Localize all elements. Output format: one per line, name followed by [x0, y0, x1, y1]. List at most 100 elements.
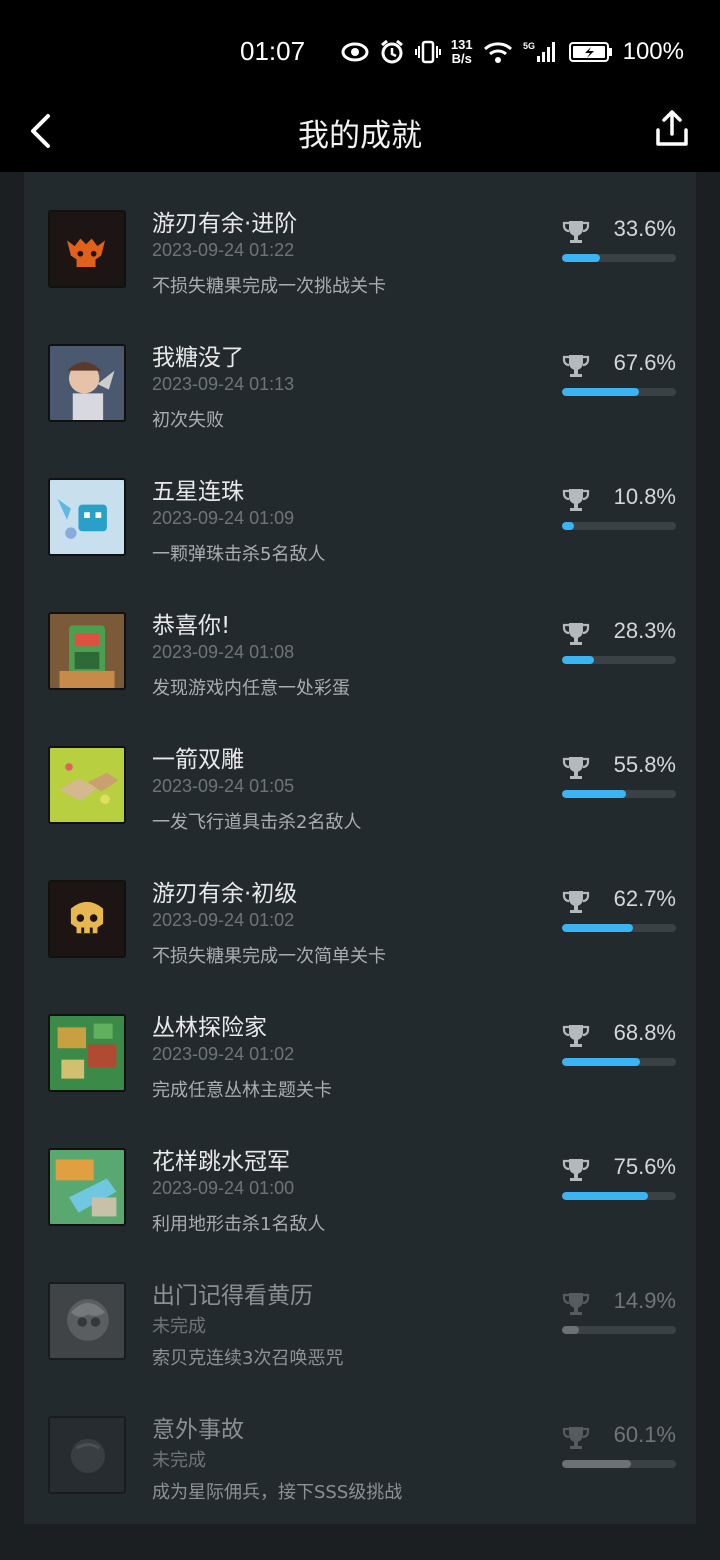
achievement-percent: 62.7%	[613, 886, 676, 911]
achievement-description: 不损失糖果完成一次挑战关卡	[152, 276, 386, 297]
achievement-icon	[48, 880, 126, 958]
nav-bar: 我的成就	[0, 90, 720, 172]
svg-text:5G: 5G	[523, 41, 535, 51]
trophy-icon	[562, 1290, 590, 1318]
net-speed-value: 131	[450, 37, 473, 52]
achievement-percent: 75.6%	[613, 1154, 676, 1179]
status-bar: 01:07 131 B/s 5G 100%	[0, 0, 720, 90]
achievement-progress-fill	[562, 522, 575, 530]
trophy-icon	[562, 888, 590, 916]
alarm-icon	[380, 39, 403, 64]
achievement-progress-bar	[562, 388, 676, 396]
achievement-title: 花样跳水冠军	[152, 1149, 290, 1175]
trophy-icon	[562, 754, 590, 782]
achievement-progress-bar	[562, 522, 676, 530]
achievement-percent: 33.6%	[613, 216, 676, 241]
achievement-title: 游刃有余·进阶	[152, 211, 298, 237]
share-icon	[656, 110, 688, 146]
achievement-icon	[48, 1282, 126, 1360]
achievement-progress-bar	[562, 1058, 676, 1066]
trophy-icon	[562, 620, 590, 648]
achievement-item[interactable]: 恭喜你! 2023-09-24 01:08 发现游戏内任意一处彩蛋 28.3%	[24, 574, 696, 708]
achievement-date: 2023-09-24 01:05	[152, 776, 295, 796]
net-speed-unit: B/s	[451, 51, 472, 66]
achievement-percent: 10.8%	[613, 484, 676, 509]
achievement-item[interactable]: 游刃有余·初级 2023-09-24 01:02 不损失糖果完成一次简单关卡 62.7…	[24, 842, 696, 976]
achievement-description: 发现游戏内任意一处彩蛋	[152, 678, 350, 699]
achievement-item[interactable]: 丛林探险家 2023-09-24 01:02 完成任意丛林主题关卡 68.8%	[24, 976, 696, 1110]
achievement-item[interactable]: 我糖没了 2023-09-24 01:13 初次失败 67.6%	[24, 306, 696, 440]
achievement-progress-fill	[562, 1326, 579, 1334]
vibrate-icon	[414, 40, 441, 64]
achievement-description: 完成任意丛林主题关卡	[152, 1080, 332, 1101]
achievement-title: 游刃有余·初级	[152, 881, 298, 907]
achievement-icon	[48, 344, 126, 422]
achievement-item[interactable]: 出门记得看黄历未完成索贝克连续3次召唤恶咒 14.9%	[24, 1244, 696, 1378]
achievement-item[interactable]: 一箭双雕 2023-09-24 01:05 一发飞行道具击杀2名敌人 55.8%	[24, 708, 696, 842]
achievement-icon	[48, 1416, 126, 1494]
achievement-progress-fill	[562, 790, 626, 798]
trophy-icon	[562, 486, 590, 514]
achievement-icon	[48, 478, 126, 556]
achievement-description: 成为星际佣兵，接下SSS级挑战	[152, 1482, 403, 1503]
achievement-description: 初次失败	[152, 410, 224, 431]
achievement-date: 2023-09-24 01:02	[152, 910, 295, 930]
achievement-icon	[48, 746, 126, 824]
achievement-percent: 67.6%	[613, 350, 676, 375]
achievement-title: 出门记得看黄历	[152, 1283, 313, 1309]
achievement-item[interactable]: 五星连珠 2023-09-24 01:09 一颗弹珠击杀5名敌人 10.8%	[24, 440, 696, 574]
wifi-icon	[483, 42, 512, 63]
achievement-progress-fill	[562, 1192, 649, 1200]
achievement-date: 2023-09-24 01:08	[152, 642, 295, 662]
achievement-progress-bar	[562, 1460, 676, 1468]
achievement-date: 2023-09-24 01:22	[152, 240, 295, 260]
achievement-title: 一箭双雕	[152, 747, 244, 773]
achievement-progress-fill	[562, 1058, 641, 1066]
achievement-date: 2023-09-24 01:09	[152, 508, 295, 528]
achievement-description: 一颗弹珠击杀5名敌人	[152, 544, 326, 565]
achievement-title: 我糖没了	[152, 345, 244, 371]
status-time: 01:07	[240, 36, 306, 66]
achievement-date: 未完成	[152, 1450, 206, 1470]
achievement-progress-bar	[562, 254, 676, 262]
status-icons: 131 B/s 5G 100%	[341, 34, 684, 70]
trophy-icon	[562, 218, 590, 246]
achievement-item[interactable]: 游刃有余·进阶 2023-09-24 01:22 不损失糖果完成一次挑战关卡 33.6…	[24, 172, 696, 306]
achievement-description: 一发飞行道具击杀2名敌人	[152, 812, 362, 833]
share-button[interactable]	[652, 106, 692, 152]
achievement-title: 丛林探险家	[152, 1015, 267, 1041]
achievement-percent: 68.8%	[613, 1020, 676, 1045]
achievement-progress-bar	[562, 1192, 676, 1200]
achievement-date: 未完成	[152, 1316, 206, 1336]
page-title: 我的成就	[298, 118, 422, 154]
achievement-progress-bar	[562, 656, 676, 664]
achievement-item[interactable]: 意外事故 未完成 成为星际佣兵，接下SSS级挑战 60.1%	[24, 1378, 696, 1512]
achievement-progress-fill	[562, 254, 601, 262]
achievement-date: 2023-09-24 01:13	[152, 374, 295, 394]
achievement-progress-fill	[562, 924, 634, 932]
achievement-progress-bar	[562, 1326, 676, 1334]
achievement-title: 恭喜你!	[152, 613, 231, 639]
achievement-icon	[48, 1014, 126, 1092]
battery-icon	[568, 42, 612, 62]
achievement-list[interactable]: 游刃有余·进阶 2023-09-24 01:22 不损失糖果完成一次挑战关卡 33.6…	[24, 172, 696, 1524]
achievement-item[interactable]: 花样跳水冠军 2023-09-24 01:00 利用地形击杀1名敌人 75.6%	[24, 1110, 696, 1244]
achievement-description: 不损失糖果完成一次简单关卡	[152, 946, 386, 967]
achievement-icon	[48, 210, 126, 288]
achievement-progress-bar	[562, 924, 676, 932]
net-speed: 131 B/s	[451, 38, 473, 66]
achievement-progress-fill	[562, 656, 595, 664]
achievement-progress-fill	[562, 1460, 631, 1468]
trophy-icon	[562, 1424, 590, 1452]
achievement-icon	[48, 1148, 126, 1226]
trophy-icon	[562, 1156, 590, 1184]
achievement-progress-fill	[562, 388, 640, 396]
achievement-date: 2023-09-24 01:00	[152, 1178, 295, 1198]
achievement-percent: 60.1%	[613, 1422, 676, 1447]
trophy-icon	[562, 1022, 590, 1050]
achievement-percent: 14.9%	[613, 1288, 676, 1313]
achievement-date: 2023-09-24 01:02	[152, 1044, 295, 1064]
achievement-percent: 28.3%	[613, 618, 676, 643]
achievement-description: 索贝克连续3次召唤恶咒	[152, 1348, 344, 1369]
achievement-icon	[48, 612, 126, 690]
